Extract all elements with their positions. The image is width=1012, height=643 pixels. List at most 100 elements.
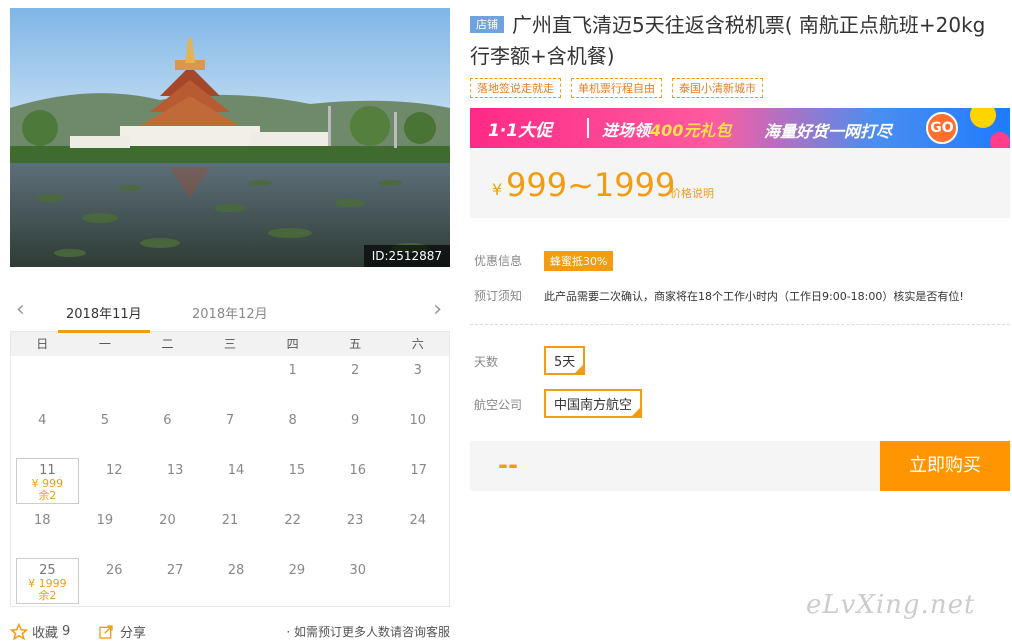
notice-label: 预订须知 [474, 289, 523, 303]
banner-divider [587, 118, 589, 138]
chevron-left-icon[interactable]: ‹ [16, 299, 25, 321]
discount-row: 优惠信息 蜂蜜抵30% [474, 251, 614, 271]
product-tags: 落地签说走就走 单机票行程自由 泰国小清新城市 [470, 78, 763, 98]
total-price: -- [498, 451, 518, 479]
banner-promo-title: 1·1大促 [488, 121, 553, 141]
share-label: 分享 [120, 626, 147, 641]
days-label: 天数 [474, 355, 499, 369]
calendar-day: 1 [261, 356, 324, 406]
calendar-day: 22 [261, 506, 324, 556]
booking-note: · 如需预订更多人数请咨询客服 [286, 625, 450, 639]
calendar-day [199, 356, 262, 406]
price-box: ¥ 999~1999 价格说明 [470, 148, 1010, 218]
calendar-day: 8 [261, 406, 324, 456]
divider [470, 324, 1010, 325]
calendar-day-number: 13 [166, 463, 184, 478]
calendar-day: 24 [386, 506, 449, 556]
favorite-count: 9 [62, 624, 71, 639]
discount-label: 优惠信息 [474, 254, 523, 268]
calendar-day-number: 10 [409, 413, 427, 428]
calendar-weekday-row: 日一二三四五六 [11, 332, 449, 356]
chevron-right-icon[interactable]: › [433, 299, 442, 321]
favorite-label: 收藏 [32, 626, 59, 641]
calendar-day-number: 29 [288, 563, 306, 578]
notice-text: 此产品需要二次确认，商家将在18个工作小时内（工作日9:00-18:00）核实是… [544, 290, 964, 303]
calendar-day: 26 [84, 556, 145, 606]
calendar-day-number: 24 [409, 513, 427, 528]
calendar-day-available[interactable]: 25 ¥ 1999 余2 [16, 558, 79, 604]
calendar-day: 27 [145, 556, 206, 606]
star-icon [10, 622, 28, 640]
calendar-tab-month-1[interactable]: 2018年11月 [58, 303, 150, 333]
departure-calendar: ‹ 2018年11月 2018年12月 › 日一二三四五六 1234567891… [10, 295, 450, 607]
weekday-label: 三 [224, 337, 237, 351]
calendar-day: 2 [324, 356, 387, 406]
banner-offer: 进场领400元礼包 [602, 121, 732, 140]
calendar-day-number: 9 [351, 413, 360, 428]
calendar-day-number: 11 [39, 463, 56, 478]
price-range: 999~1999 [506, 166, 676, 204]
calendar-day-number: 30 [349, 563, 366, 578]
product-photo[interactable]: ID:2512887 [10, 8, 450, 267]
calendar-day-number: 15 [288, 463, 306, 478]
calendar-tab-month-2[interactable]: 2018年12月 [192, 303, 268, 322]
price-explain-link[interactable]: 价格说明 [670, 185, 714, 201]
calendar-day-number: 25 [39, 563, 56, 578]
calendar-day-number: 17 [410, 463, 427, 478]
weekday-label: 六 [411, 337, 424, 351]
favorite-button[interactable]: 收藏 9 [10, 622, 70, 641]
calendar-day-available[interactable]: 11 ¥ 999 余2 [16, 458, 79, 504]
airline-option-row: 航空公司 中国南方航空 [474, 389, 643, 418]
calendar-grid: 日一二三四五六 1 2 3 4 5 6 7 8 9 10 11 ¥ 999 余2 12 13 14 15 16 17… [10, 331, 450, 607]
product-tag: 单机票行程自由 [571, 78, 662, 98]
product-title-text: 广州直飞清迈5天往返含税机票( 南航正点航班+20kg行李额+含机餐) [470, 13, 986, 68]
buy-bar: -- 立即购买 [470, 441, 1010, 491]
price-currency: ¥ [492, 180, 503, 199]
calendar-week-row: 1 2 3 [11, 356, 449, 406]
calendar-day-number: 6 [163, 413, 172, 428]
banner-slogan: 海量好货一网打尽 [764, 122, 893, 141]
calendar-day-number: 27 [166, 563, 184, 578]
weekday-label: 二 [161, 337, 174, 351]
calendar-day-number: 16 [349, 463, 366, 478]
calendar-day-number: 4 [38, 413, 47, 428]
calendar-day: 12 [84, 456, 145, 506]
photo-footer: 收藏 9 分享 · 如需预订更多人数请咨询客服 [10, 620, 450, 641]
banner-go-button[interactable]: GO [926, 112, 958, 144]
calendar-day-number: 18 [34, 513, 51, 528]
calendar-day-number: 22 [284, 513, 301, 528]
calendar-day: 9 [324, 406, 387, 456]
promo-banner[interactable]: 1·1大促 进场领400元礼包 海量好货一网打尽 GO [470, 108, 1010, 148]
calendar-day-number: 7 [225, 413, 235, 428]
days-option-row: 天数 5天 [474, 346, 586, 375]
calendar-day: 14 [206, 456, 267, 506]
calendar-day: 6 [136, 406, 199, 456]
discount-badge: 蜂蜜抵30% [544, 251, 614, 271]
calendar-day-number: 8 [288, 413, 297, 428]
calendar-week-row: 18 19 20 21 22 23 24 [11, 506, 449, 556]
calendar-day-number: 12 [106, 463, 123, 478]
calendar-header: ‹ 2018年11月 2018年12月 › [10, 295, 450, 333]
product-title: 店铺 广州直飞清迈5天往返含税机票( 南航正点航班+20kg行李额+含机餐) [470, 10, 990, 72]
days-option[interactable]: 5天 [544, 346, 586, 375]
share-button[interactable]: 分享 [98, 622, 146, 641]
calendar-day: 28 [206, 556, 267, 606]
calendar-day: 20 [136, 506, 199, 556]
calendar-day-number: 19 [96, 513, 114, 528]
weekday-label: 四 [286, 337, 299, 351]
share-icon [99, 624, 113, 639]
calendar-day: 15 [266, 456, 327, 506]
calendar-day: 16 [327, 456, 388, 506]
watermark-logo: eLvXing.net [806, 590, 976, 620]
calendar-day-number: 3 [413, 363, 422, 378]
buy-now-button[interactable]: 立即购买 [880, 441, 1010, 491]
shop-badge[interactable]: 店铺 [470, 16, 504, 33]
calendar-week-row: 25 ¥ 1999 余2 26 27 28 29 30 [11, 556, 449, 606]
calendar-day-number: 5 [100, 413, 109, 428]
airline-option[interactable]: 中国南方航空 [544, 389, 643, 418]
calendar-day: 7 [199, 406, 262, 456]
calendar-day: 21 [199, 506, 262, 556]
calendar-day [136, 356, 199, 406]
weekday-label: 五 [349, 337, 362, 351]
temple-photo-image [10, 8, 450, 267]
